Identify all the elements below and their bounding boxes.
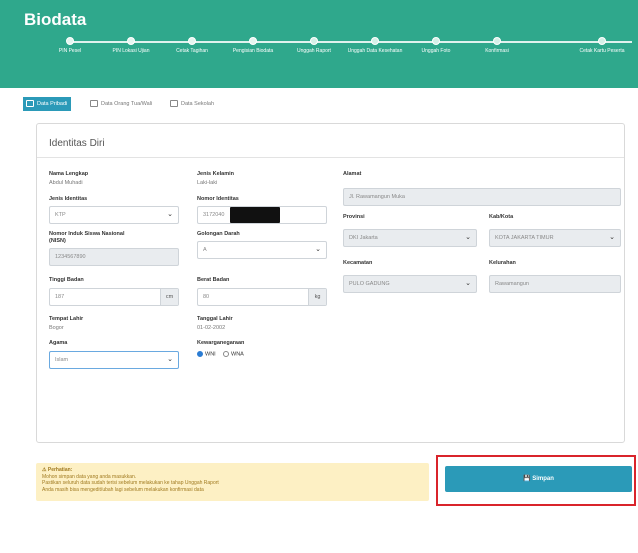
redaction-block [230,207,280,223]
jenis-kelamin-label: Jenis Kelamin [197,171,234,177]
chevron-down-icon: ⌄ [315,246,321,253]
jenis-identitas-select[interactable]: KTP ⌄ [49,206,179,224]
kewarganegaraan-label: Kewarganegaraan [197,340,245,346]
nisn-label-2: (NISN) [49,238,66,244]
step-konfirmasi[interactable]: Konfirmasi [467,30,527,55]
id-card-icon [170,100,178,107]
warning-alert: ⚠ Perhatian: Mohon simpan data yang anda… [36,463,429,501]
step-dot-icon [249,37,257,45]
tanggal-lahir-value: 01-02-2002 [197,325,226,331]
save-icon: 💾 [523,476,531,482]
step-unggah-data-kesehatan[interactable]: Unggah Data Kesehatan [345,30,405,55]
tab-data-orang-tua-wali[interactable]: Data Orang Tua/Wali [87,97,156,111]
step-dot-icon [188,37,196,45]
radio-checked-icon [197,351,203,357]
agama-label: Agama [49,340,68,346]
id-card-icon [26,100,34,107]
step-dot-icon [66,37,74,45]
kecamatan-label: Kecamatan [343,260,373,266]
nisn-field[interactable]: 1234567890 [49,248,179,266]
provinsi-label: Provinsi [343,214,365,220]
nisn-label: Nomor Induk Siswa Nasional [49,231,125,237]
id-card-icon [90,100,98,107]
step-dot-icon [371,37,379,45]
chevron-down-icon: ⌄ [465,280,471,287]
identity-card: Identitas Diri Nama Lengkap Abdul Muhadi… [36,123,625,443]
warning-line-3: Anda masih bisa mengedit/ubah lagi sebel… [42,486,204,493]
step-cetak-tagihan[interactable]: Cetak Tagihan [162,30,222,55]
berat-field[interactable]: 80 kg [197,288,327,306]
step-dot-icon [127,37,135,45]
step-dot-icon [493,37,501,45]
chevron-down-icon: ⌄ [167,211,173,218]
card-title: Identitas Diri [49,138,105,149]
nama-value: Abdul Muhadi [49,180,83,186]
radio-wni[interactable]: WNI [197,351,216,357]
step-unggah-foto[interactable]: Unggah Foto [406,30,466,55]
tempat-lahir-label: Tempat Lahir [49,316,84,322]
kelurahan-field[interactable]: Rawamangun [489,275,621,293]
progress-stepper: PIN Pesel PIN Lokasi Ujian Cetak Tagihan… [40,30,638,80]
berat-label: Berat Badan [197,277,230,283]
radio-unchecked-icon [223,351,229,357]
chevron-down-icon: ⌄ [609,234,615,241]
header-bar: Biodata PIN Pesel PIN Lokasi Ujian Cetak… [0,0,638,88]
kelurahan-label: Kelurahan [489,260,516,266]
golongan-darah-label: Golongan Darah [197,231,240,237]
step-dot-icon [432,37,440,45]
radio-wna[interactable]: WNA [223,351,244,357]
step-dot-icon [598,37,606,45]
kecamatan-select[interactable]: PULO GADUNG ⌄ [343,275,477,293]
step-unggah-raport[interactable]: Unggah Raport [284,30,344,55]
tab-data-pribadi[interactable]: Data Pribadi [23,97,72,111]
tinggi-field[interactable]: 187 cm [49,288,179,306]
nomor-identitas-label: Nomor Identitas [197,196,239,202]
kabkota-select[interactable]: KOTA JAKARTA TIMUR ⌄ [489,229,621,247]
tanggal-lahir-label: Tanggal Lahir [197,316,233,322]
agama-select[interactable]: Islam ⌄ [49,351,179,369]
tab-data-sekolah[interactable]: Data Sekolah [167,97,218,111]
kg-unit: kg [308,289,326,305]
step-pengisian-biodata[interactable]: Pengisian Biodata [223,30,283,55]
jenis-kelamin-value: Laki-laki [197,180,218,186]
provinsi-select[interactable]: DKI Jakarta ⌄ [343,229,477,247]
step-cetak-kartu-peserta[interactable]: Cetak Kartu Peserta [572,30,632,55]
tinggi-label: Tinggi Badan [49,277,84,283]
tempat-lahir-value: Bogor [49,325,64,331]
chevron-down-icon: ⌄ [167,356,173,363]
chevron-down-icon: ⌄ [465,234,471,241]
nama-label: Nama Lengkap [49,171,89,177]
golongan-darah-select[interactable]: A ⌄ [197,241,327,259]
cm-unit: cm [160,289,178,305]
save-button[interactable]: 💾 Simpan [445,466,632,492]
jenis-identitas-label: Jenis Identitas [49,196,88,202]
step-pin-lokasi-ujian[interactable]: PIN Lokasi Ujian [101,30,161,55]
page-title: Biodata [24,10,87,29]
alamat-field[interactable]: Jl. Rawamangun Muka [343,188,621,206]
card-divider [37,157,624,158]
step-dot-icon [310,37,318,45]
kabkota-label: Kab/Kota [489,214,514,220]
alamat-label: Alamat [343,171,362,177]
step-pin-pesel[interactable]: PIN Pesel [40,30,100,55]
